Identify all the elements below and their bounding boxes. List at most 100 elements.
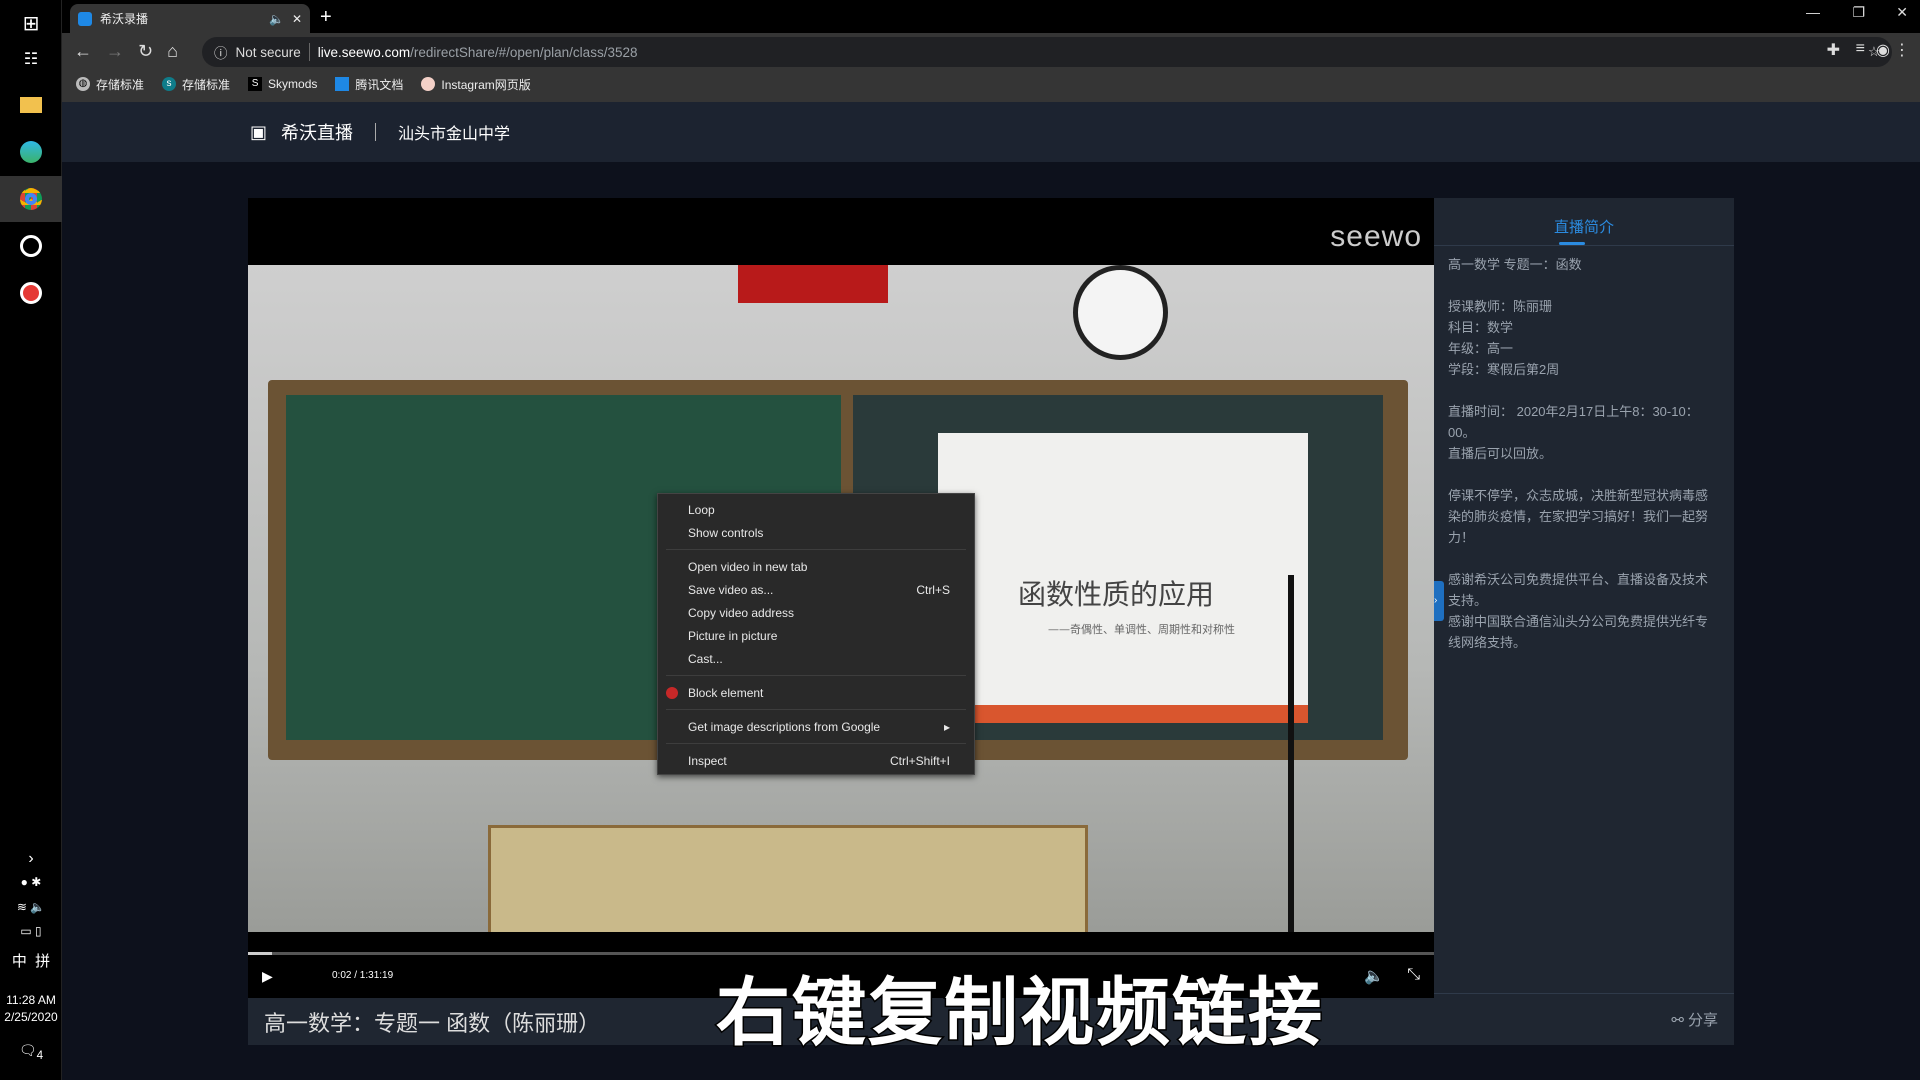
- battery-usb-icon[interactable]: ▭ ▯: [0, 924, 62, 938]
- menu-item-cast[interactable]: Cast...: [658, 647, 974, 670]
- video-title: 高一数学：专题一 函数（陈丽珊）: [264, 1010, 601, 1036]
- url-host: live.seewo.com: [317, 44, 411, 60]
- menu-item-get-image-descriptions-from-google[interactable]: Get image descriptions from Google ▸: [658, 715, 974, 738]
- projected-slide: 函数性质的应用 ——奇偶性、单调性、周期性和对称性: [938, 433, 1308, 723]
- ime-label: 中: [11, 953, 27, 970]
- minimize-button[interactable]: —: [1806, 4, 1820, 20]
- menu-item-loop[interactable]: Loop: [658, 498, 974, 521]
- browser-chrome: 希沃录播 🔈 ✕ + — ❐ ✕ ← → ↻ ⌂ ⓘ Not secure li…: [62, 0, 1920, 102]
- fullscreen-icon[interactable]: ⤡: [1407, 966, 1420, 984]
- bookmark-item[interactable]: ◍ 存储标准: [76, 76, 144, 93]
- task-view-icon[interactable]: ☷: [0, 36, 62, 82]
- tencent-docs-icon: [335, 77, 350, 91]
- intro-line: 感谢希沃公司免费提供平台、直播设备及技术支持。: [1448, 572, 1709, 608]
- bookmark-item[interactable]: 腾讯文档: [335, 76, 403, 93]
- record-icon[interactable]: [0, 270, 62, 316]
- menu-item-label: Open video in new tab: [688, 559, 808, 574]
- teacher-desk: [488, 825, 1088, 932]
- windows-taskbar: ⊞ ☷ › ● ✱ ≋ 🔈 ▭ ▯ 中 拼 11:28 AM 2/25/2020…: [0, 0, 62, 1080]
- tab-strip: 希沃录播 🔈 ✕ + — ❐ ✕: [62, 0, 1920, 33]
- bookmark-item[interactable]: s 存储标准: [162, 76, 230, 93]
- menu-separator: [666, 709, 966, 710]
- forward-icon[interactable]: →: [106, 41, 124, 62]
- tab-live-intro[interactable]: 直播简介: [1434, 198, 1734, 246]
- menu-item-label: Loop: [688, 502, 715, 517]
- restore-button[interactable]: ❐: [1852, 4, 1865, 21]
- bookmark-item[interactable]: Instagram网页版: [421, 76, 531, 93]
- menu-item-label: Show controls: [688, 525, 764, 540]
- brand-name[interactable]: 希沃直播: [281, 119, 353, 145]
- divider: [375, 123, 377, 141]
- menu-item-label: Save video as...: [688, 582, 774, 597]
- sidebar-footer: ⚯ 分享: [1434, 993, 1734, 1045]
- page: ▣ 希沃直播 汕头市金山中学 seewo 函数性质的应用 ——奇偶性、单调性、周…: [62, 102, 1920, 1080]
- seewo-watermark: seewo: [1330, 220, 1422, 253]
- menu-item-copy-video-address[interactable]: Copy video address: [658, 601, 974, 624]
- bookmarks-bar: ◍ 存储标准 s 存储标准 S Skymods 腾讯文档 Instagram网页版: [76, 72, 531, 96]
- audio-icon[interactable]: 🔈: [269, 12, 284, 26]
- share-button[interactable]: 分享: [1688, 1009, 1718, 1030]
- wifi-volume-icon[interactable]: ≋ 🔈: [0, 900, 62, 914]
- chevron-right-icon[interactable]: ›: [0, 850, 62, 868]
- info-icon[interactable]: ⓘ: [214, 42, 228, 62]
- intro-line: 直播时间： 2020年2月17日上午8：30-10：00。: [1448, 404, 1699, 440]
- menu-item-show-controls[interactable]: Show controls: [658, 521, 974, 544]
- tab-title: 希沃录播: [100, 12, 149, 26]
- extensions-icon[interactable]: ✚: [1827, 40, 1840, 60]
- menu-shortcut: Ctrl+S: [916, 582, 950, 597]
- edge-icon[interactable]: [0, 129, 62, 175]
- intro-line: 高一数学 专题一：函数: [1448, 257, 1582, 272]
- menu-item-save-video-as[interactable]: Save video as... Ctrl+S: [658, 578, 974, 601]
- address-bar[interactable]: ⓘ Not secure live.seewo.com/redirectShar…: [202, 37, 1892, 67]
- sharepoint-icon: s: [162, 77, 177, 91]
- menu-item-inspect[interactable]: Inspect Ctrl+Shift+I: [658, 749, 974, 772]
- play-icon[interactable]: ▶: [262, 968, 273, 985]
- instagram-icon: [421, 77, 436, 91]
- media-queue-icon[interactable]: ≡: [1856, 40, 1865, 58]
- ime-mode: 拼: [35, 953, 51, 970]
- chrome-icon[interactable]: [0, 176, 62, 222]
- globe-icon: ◍: [76, 77, 90, 91]
- close-tab-icon[interactable]: ✕: [292, 12, 302, 26]
- new-tab-button[interactable]: +: [320, 6, 332, 29]
- slide-subtitle: ——奇偶性、单调性、周期性和对称性: [1048, 623, 1235, 636]
- menu-item-picture-in-picture[interactable]: Picture in picture: [658, 624, 974, 647]
- menu-icon[interactable]: ⋮: [1894, 40, 1910, 60]
- site-header: ▣ 希沃直播 汕头市金山中学: [62, 102, 1920, 162]
- clock-date[interactable]: 2/25/2020: [0, 1010, 62, 1024]
- home-icon[interactable]: ⌂: [167, 41, 178, 62]
- intro-line: 科目：数学: [1448, 320, 1514, 335]
- info-sidebar: 直播简介 高一数学 专题一：函数 授课教师：陈丽珊 科目：数学 年级：高一 学段：寒假后…: [1434, 198, 1734, 1045]
- file-explorer-icon[interactable]: [0, 82, 62, 128]
- back-icon[interactable]: ←: [74, 41, 92, 62]
- bookmark-label: Skymods: [268, 77, 318, 91]
- profile-avatar[interactable]: ◉: [1876, 40, 1890, 60]
- intro-line: 学段：寒假后第2周: [1448, 362, 1560, 377]
- intro-line: 感谢中国联合通信汕头分公司免费提供光纤专线网络支持。: [1448, 614, 1709, 650]
- wechat-icon[interactable]: ● ✱: [0, 875, 62, 889]
- collapse-sidebar-button[interactable]: ›: [1434, 581, 1444, 621]
- share-icon[interactable]: ⚯: [1671, 1011, 1684, 1029]
- close-window-button[interactable]: ✕: [1896, 4, 1908, 21]
- clock-time[interactable]: 11:28 AM: [0, 993, 62, 1007]
- menu-item-label: Block element: [688, 685, 764, 700]
- intro-line: 直播后可以回放。: [1448, 446, 1553, 461]
- menu-item-open-video-in-new-tab[interactable]: Open video in new tab: [658, 555, 974, 578]
- menu-item-label: Inspect: [688, 753, 727, 768]
- ime-indicator[interactable]: 中 拼: [0, 950, 62, 971]
- obs-icon[interactable]: [0, 223, 62, 269]
- menu-item-label: Cast...: [688, 651, 723, 666]
- bookmark-item[interactable]: S Skymods: [248, 77, 317, 91]
- volume-icon[interactable]: 🔈: [1364, 966, 1384, 986]
- reload-icon[interactable]: ↻: [138, 41, 153, 62]
- browser-tab[interactable]: 希沃录播 🔈 ✕: [70, 4, 310, 33]
- bookmark-label: 腾讯文档: [355, 77, 404, 92]
- bookmark-label: Instagram网页版: [441, 77, 531, 92]
- wall-clock: [1073, 265, 1168, 360]
- seewo-favicon: [78, 11, 92, 26]
- menu-item-block-element[interactable]: Block element: [658, 681, 974, 704]
- bookmark-label: 存储标准: [96, 77, 145, 92]
- notification-icon[interactable]: 🗨4: [0, 1042, 62, 1062]
